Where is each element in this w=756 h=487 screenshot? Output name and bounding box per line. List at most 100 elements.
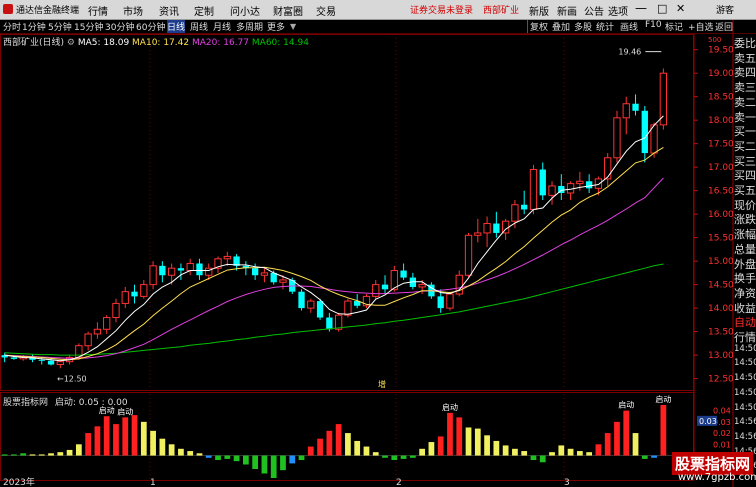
indicator-bar — [567, 448, 574, 456]
indicator-legend: 股票指标网 启动: 0.05 : 0.00 — [3, 395, 128, 408]
side-panel-item[interactable]: 14:50 — [734, 344, 756, 354]
side-panel-item[interactable]: 14:56 — [734, 417, 756, 427]
indicator-bar — [29, 454, 36, 456]
high-annotation: 19.46 — [618, 48, 641, 57]
indicator-bar — [187, 451, 194, 456]
indicator-bar — [586, 452, 593, 456]
indicator-bar — [215, 455, 221, 461]
candle-body — [381, 284, 389, 290]
side-panel-item[interactable]: 换手 — [734, 270, 756, 286]
watermark-url: www.7gpzb.com — [678, 472, 756, 483]
price-tick-label: 15.50 — [708, 234, 734, 244]
indicator-bar — [493, 440, 500, 456]
side-panel-item[interactable]: 卖一 — [734, 109, 756, 125]
indicator-bar — [512, 448, 518, 456]
side-panel-item[interactable]: 净资 — [734, 285, 756, 301]
ref-label: 500 — [708, 36, 721, 44]
indicator-bar — [595, 444, 602, 456]
candle-body — [446, 293, 454, 309]
chart-grid — [0, 20, 734, 487]
indicator-bar — [641, 455, 648, 459]
indicator-bar — [521, 451, 528, 456]
ma20-line — [4, 177, 664, 359]
side-panel-item[interactable]: 买三 — [734, 153, 756, 169]
candle-body — [474, 232, 482, 236]
candle-body — [344, 300, 352, 316]
side-panel-item[interactable]: 买五 — [734, 182, 756, 198]
indicator-formula: 启动: 0.05 : 0.00 — [54, 398, 128, 408]
indicator-bar — [502, 445, 509, 456]
candle-body — [521, 204, 528, 210]
indicator-bar — [539, 455, 546, 463]
start-signal-label: 启动 — [442, 402, 458, 412]
side-panel-item[interactable]: 卖四 — [734, 64, 756, 80]
side-panel-item[interactable]: 涨幅 — [734, 226, 756, 242]
side-panel-item[interactable]: 14:50 — [734, 403, 756, 413]
price-tick-label: 12.50 — [708, 375, 734, 385]
indicator-bar — [345, 433, 351, 456]
side-panel-item[interactable]: 涨跌 — [734, 211, 756, 227]
indicator-bar — [372, 452, 379, 456]
price-tick-label: 13.00 — [708, 351, 734, 361]
candle-body — [93, 328, 102, 335]
indicator-bar — [103, 416, 110, 456]
candle-body — [529, 169, 538, 210]
side-panel-item[interactable]: 买四 — [734, 167, 756, 183]
side-panel-item[interactable]: 14:50 — [734, 358, 756, 368]
side-panel-item[interactable]: 14:50 — [734, 373, 756, 383]
candles-layer — [1, 68, 668, 369]
indicator-bar — [651, 455, 657, 458]
candle-body — [632, 103, 639, 111]
kline-chart[interactable]: 启动 启动 启动 启动启动 19.5019.0018.5018.0017.5017.0… — [0, 0, 756, 487]
side-panel-item[interactable]: 自动 — [734, 314, 756, 330]
indicator-bar — [419, 448, 426, 456]
annotation-layer: 19.46 ←12.50 增 — [57, 48, 662, 389]
price-tick-label: 17.00 — [708, 163, 734, 173]
candle-body — [196, 263, 203, 276]
side-panel-item[interactable]: 买一 — [734, 123, 756, 139]
indicator-name: 股票指标网 — [3, 398, 49, 408]
indicator-bar — [178, 448, 184, 456]
side-panel-item[interactable]: 收益 — [734, 300, 756, 316]
indicator-bar — [150, 430, 156, 456]
indicator-bar — [11, 454, 17, 456]
side-panel-item[interactable]: 买二 — [734, 138, 756, 154]
side-panel-item[interactable]: 卖三 — [734, 79, 756, 95]
side-panel-item[interactable]: 现价 — [734, 197, 756, 213]
indicator-bar — [391, 455, 398, 461]
indicator-bar — [354, 440, 361, 456]
indicator-tick-label: 0.02 — [713, 429, 731, 438]
candle-body — [334, 314, 343, 330]
indicator-bar — [326, 430, 333, 456]
price-tick-label: 17.50 — [708, 140, 734, 150]
price-tick-label: 16.00 — [708, 210, 734, 220]
indicator-bar — [335, 424, 342, 456]
price-tick-label: 19.00 — [708, 69, 734, 79]
indicator-bar — [131, 415, 138, 456]
side-panel-item[interactable]: 卖二 — [734, 94, 756, 110]
start-signal-label: 启动 — [618, 400, 634, 410]
side-panel-item[interactable]: 委比 — [734, 35, 756, 51]
indicator-bar — [85, 433, 92, 456]
candle-body — [400, 270, 407, 278]
indicator-bar — [289, 455, 296, 464]
indicator-bar — [409, 455, 416, 458]
indicator-bar — [317, 438, 323, 456]
marker-label: 增 — [378, 379, 386, 389]
side-panel-item[interactable]: 14:50 — [734, 388, 756, 398]
indicator-bar — [20, 453, 27, 456]
candle-body — [56, 361, 64, 366]
indicator-value-label: 0.03 — [699, 417, 717, 426]
indicator-bar — [558, 445, 565, 456]
side-panel-item[interactable]: 总量 — [734, 241, 756, 257]
x-label-month-2: 2 — [396, 478, 402, 487]
candle-body — [279, 279, 287, 283]
candle-body — [177, 268, 185, 271]
side-panel-item[interactable]: 14:56 — [734, 432, 756, 442]
indicator-bar — [400, 455, 407, 459]
side-panel-item[interactable]: 卖五 — [734, 50, 756, 66]
side-panel-item[interactable]: 外盘 — [734, 256, 756, 272]
candle-body — [251, 268, 259, 276]
side-panel-item[interactable]: 行情 — [734, 329, 756, 345]
candle-body — [140, 284, 148, 297]
